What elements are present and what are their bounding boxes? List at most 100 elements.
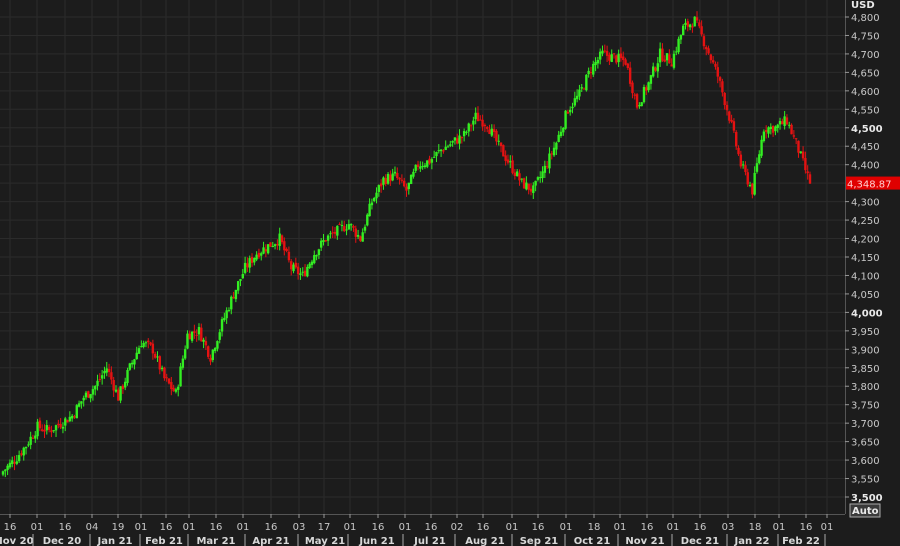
candle-up [181, 358, 185, 368]
candle-up [89, 394, 92, 399]
candle-up [310, 261, 314, 265]
candle-up [543, 165, 547, 173]
candle-up [1, 471, 5, 475]
candle-up [186, 333, 189, 349]
candle-up [329, 233, 332, 235]
candle-down [732, 121, 736, 131]
candle-down [276, 243, 279, 246]
x-tick-label: 17 [318, 522, 331, 533]
candle-down [670, 64, 673, 67]
month-label: Oct 21 [574, 536, 611, 546]
x-tick-label: 18 [588, 522, 601, 533]
candle-up [444, 146, 447, 151]
y-tick-label: 3,750 [851, 401, 880, 412]
candle-down [527, 183, 530, 190]
candle-down [264, 249, 268, 252]
candle-up [223, 317, 226, 321]
candle-up [27, 444, 30, 446]
candle-up [617, 53, 620, 63]
month-label: Feb 21 [145, 536, 183, 546]
candle-down [172, 387, 175, 392]
candle-down [582, 88, 586, 90]
candle-up [368, 203, 371, 217]
candle-down [151, 343, 155, 354]
candle-down [110, 372, 113, 380]
candle-down [38, 420, 42, 429]
x-tick-label: 01 [667, 522, 680, 533]
x-tick-label: 03 [293, 522, 306, 533]
candle-up [767, 127, 770, 134]
candle-down [566, 111, 570, 114]
candle-up [799, 151, 802, 154]
month-label: Nov 21 [625, 536, 664, 546]
y-tick-label: 4,000 [851, 308, 883, 319]
candle-up [525, 182, 528, 190]
candle-down [589, 72, 593, 74]
candle-up [75, 405, 78, 419]
x-tick-label: 16 [160, 522, 173, 533]
candle-up [435, 152, 438, 157]
candle-up [601, 50, 604, 54]
candle-down [250, 257, 254, 263]
y-tick-label: 4,150 [851, 253, 880, 264]
y-tick-label: 4,700 [851, 50, 880, 61]
candle-up [241, 274, 244, 279]
candle-down [456, 138, 459, 144]
candle-down [603, 50, 606, 52]
x-tick-label: 01 [183, 522, 196, 533]
candle-down [389, 174, 392, 182]
candle-down [354, 228, 357, 237]
candle-down [209, 357, 212, 362]
auto-button-label[interactable]: Auto [852, 506, 879, 517]
candle-up [693, 16, 696, 27]
candle-up [190, 331, 194, 341]
candle-up [640, 102, 643, 107]
candle-down [31, 437, 35, 439]
candle-down [725, 104, 729, 111]
candle-down [149, 342, 152, 345]
candle-up [555, 142, 558, 150]
candle-down [476, 112, 480, 122]
candle-down [352, 225, 355, 228]
candle-up [656, 63, 660, 72]
candle-down [781, 121, 784, 125]
candle-up [70, 415, 74, 419]
x-tick-label: 01 [31, 522, 44, 533]
candle-up [6, 465, 9, 470]
candle-down [771, 125, 775, 133]
candle-down [790, 124, 793, 135]
month-label: Nov 20 [0, 536, 34, 546]
candle-up [548, 153, 551, 169]
candle-up [748, 185, 752, 187]
candle-up [292, 264, 295, 272]
candle-up [569, 109, 572, 113]
candle-down [626, 63, 630, 68]
candle-down [195, 334, 198, 336]
candle-up [596, 60, 600, 64]
candle-down [488, 129, 491, 134]
candle-up [684, 22, 687, 26]
candle-down [700, 26, 703, 35]
candle-up [373, 197, 376, 201]
candle-down [707, 48, 710, 54]
candle-down [405, 186, 408, 191]
y-tick-label: 3,650 [851, 438, 880, 449]
candle-down [495, 130, 498, 142]
x-tick-label: 16 [425, 522, 438, 533]
candle-up [130, 362, 134, 365]
candle-up [144, 342, 148, 344]
candle-down [691, 26, 694, 28]
x-tick-label: 16 [265, 522, 278, 533]
candle-up [557, 134, 560, 142]
candle-up [29, 436, 32, 445]
candle-up [755, 163, 759, 172]
candle-up [220, 319, 224, 332]
candle-down [518, 173, 521, 181]
x-tick-label: 16 [641, 522, 654, 533]
candle-up [439, 149, 443, 152]
currency-label: USD [851, 0, 875, 11]
candle-down [522, 178, 526, 189]
candle-up [412, 171, 415, 177]
candle-up [562, 127, 565, 133]
x-tick-label: 01 [560, 522, 573, 533]
